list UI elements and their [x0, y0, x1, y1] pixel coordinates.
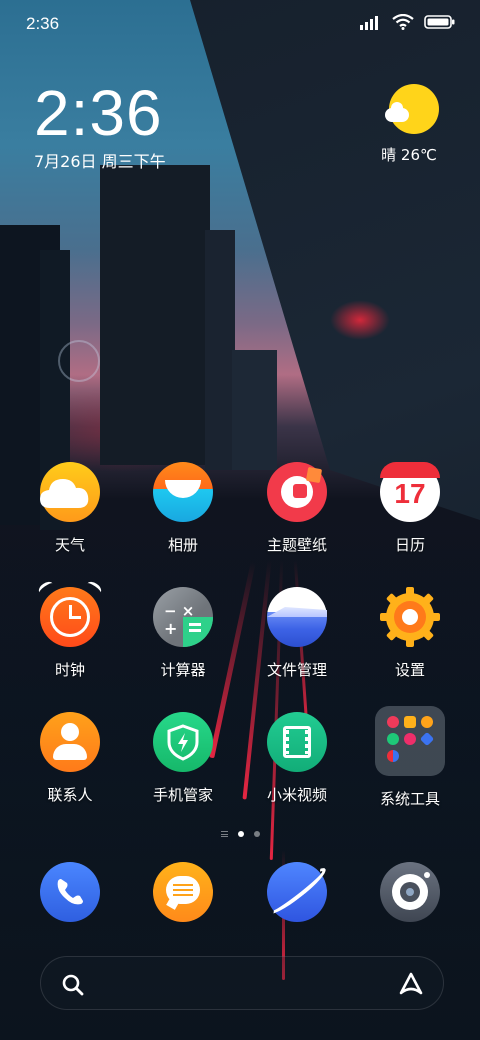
app-label: 文件管理 — [266, 661, 327, 679]
red-light — [330, 300, 390, 340]
search-icon[interactable] — [61, 973, 85, 997]
gallery-icon — [153, 462, 213, 522]
app-weather[interactable]: 天气 — [20, 462, 120, 555]
app-label: 系统工具 — [379, 790, 440, 808]
status-bar: 2:36 — [0, 0, 480, 50]
phone-icon — [40, 862, 100, 922]
signal-icon — [360, 16, 378, 30]
contacts-icon — [40, 712, 100, 772]
app-security[interactable]: 手机管家 — [133, 712, 233, 805]
app-row: 天气 相册 主题壁纸 17 日历 — [0, 462, 480, 587]
settings-icon — [380, 587, 440, 647]
dock-camera[interactable] — [360, 862, 460, 922]
building-low — [232, 350, 277, 470]
clock-date: 7月26日 周三下午 — [34, 152, 166, 171]
app-gallery[interactable]: 相册 — [133, 462, 233, 555]
themes-icon — [267, 462, 327, 522]
app-clock[interactable]: 时钟 — [20, 579, 120, 680]
building-tower — [100, 165, 210, 465]
app-contacts[interactable]: 联系人 — [20, 712, 120, 805]
weather-text: 晴 26℃ — [381, 146, 437, 164]
app-label: 相册 — [167, 536, 198, 554]
app-calendar[interactable]: 17 日历 — [360, 462, 460, 555]
wifi-icon — [392, 14, 414, 30]
system-tools-folder-icon — [375, 706, 445, 776]
ferris-wheel — [58, 340, 100, 382]
minus-one-page-indicator — [220, 831, 228, 837]
battery-icon — [424, 15, 455, 29]
clock-icon — [36, 579, 104, 647]
weather-icon — [40, 462, 100, 522]
calendar-icon: 17 — [380, 462, 440, 522]
dock-phone[interactable] — [20, 862, 120, 922]
calculator-icon: − × + — [153, 587, 213, 647]
calendar-day: 17 — [394, 478, 426, 509]
app-label: 日历 — [394, 536, 425, 554]
camera-icon — [380, 862, 440, 922]
video-icon — [267, 712, 327, 772]
clock-widget[interactable]: 2:36 7月26日 周三下午 — [34, 80, 166, 172]
security-icon — [153, 712, 213, 772]
app-label: 联系人 — [47, 786, 93, 804]
app-label: 时钟 — [54, 661, 85, 679]
page-dot — [253, 831, 260, 837]
page-dot-active — [237, 831, 244, 837]
assistant-icon[interactable] — [397, 971, 425, 997]
app-file-manager[interactable]: 文件管理 — [247, 587, 347, 680]
status-icons — [360, 14, 456, 30]
clock-time: 2:36 — [34, 77, 163, 149]
app-settings[interactable]: 设置 — [360, 587, 460, 680]
app-label: 小米视频 — [266, 786, 327, 804]
building-mid — [205, 230, 235, 470]
dock-browser[interactable] — [247, 862, 347, 922]
dock-messages[interactable] — [133, 862, 233, 922]
status-time: 2:36 — [26, 14, 60, 33]
search-bar[interactable] — [40, 956, 444, 1010]
file-manager-icon — [267, 587, 327, 647]
app-grid: 天气 相册 主题壁纸 17 日历 时钟 − × + 计算器 文件管理 设置 联系… — [0, 462, 480, 837]
app-themes[interactable]: 主题壁纸 — [247, 462, 347, 555]
messages-icon — [153, 862, 213, 922]
app-label: 天气 — [54, 536, 85, 554]
app-label: 主题壁纸 — [266, 536, 327, 554]
app-row: 时钟 − × + 计算器 文件管理 设置 — [0, 579, 480, 712]
browser-icon — [264, 862, 330, 922]
weather-widget[interactable]: 晴 26℃ — [381, 84, 444, 165]
dock — [0, 862, 480, 926]
page-indicator[interactable] — [200, 828, 280, 840]
app-system-tools-folder[interactable]: 系统工具 — [360, 706, 460, 809]
app-label: 手机管家 — [152, 786, 213, 804]
app-row: 联系人 手机管家 小米视频 系统工具 — [0, 706, 480, 837]
sunny-partly-cloudy-icon — [385, 84, 439, 134]
app-label: 计算器 — [160, 661, 206, 679]
app-video[interactable]: 小米视频 — [247, 712, 347, 805]
app-calculator[interactable]: − × + 计算器 — [133, 587, 233, 680]
app-label: 设置 — [394, 661, 425, 679]
